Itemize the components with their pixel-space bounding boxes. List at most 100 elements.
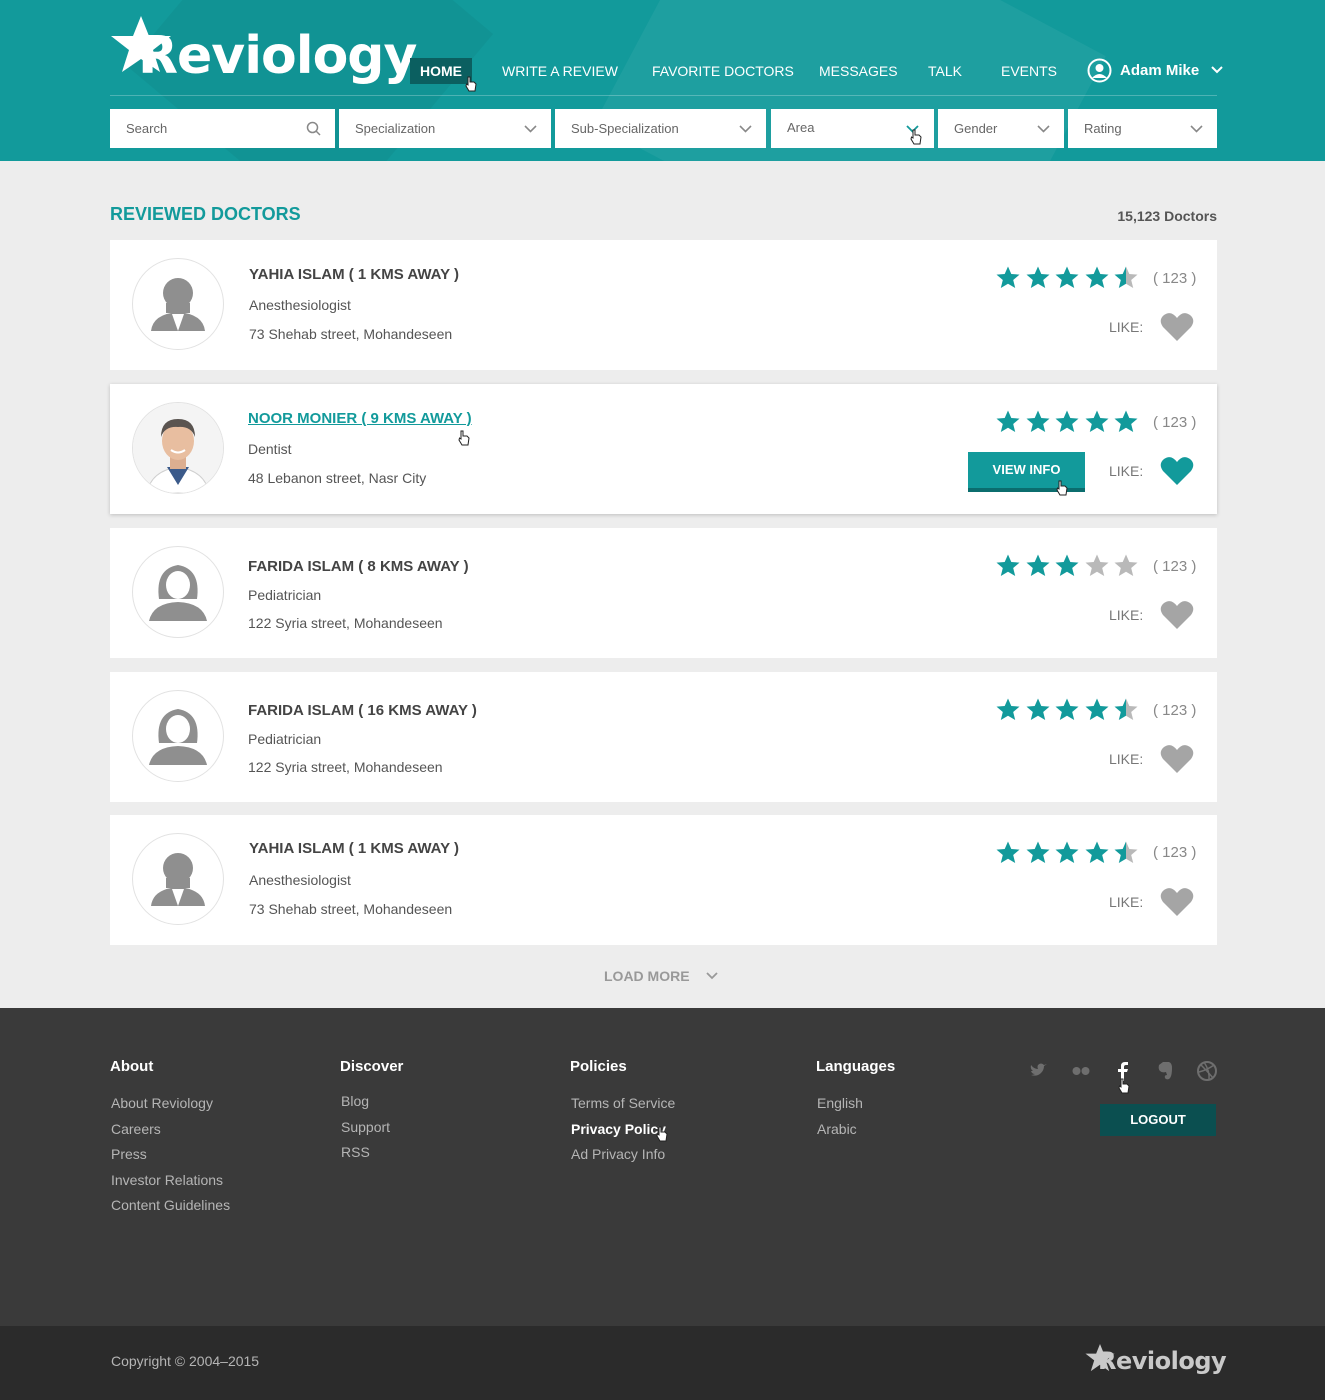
star-icon: [1055, 698, 1079, 720]
chevron-down-icon: [1190, 125, 1203, 133]
star-icon: [996, 410, 1020, 432]
like-label: LIKE:: [1109, 751, 1144, 767]
avatar: [132, 833, 224, 925]
flickr-icon[interactable]: [1070, 1060, 1092, 1082]
star-icon: [1055, 554, 1079, 576]
doctor-name[interactable]: FARIDA ISLAM ( 16 KMS AWAY ): [248, 702, 477, 719]
doctor-address: 122 Syria street, Mohandeseen: [248, 759, 443, 775]
doctor-name[interactable]: YAHIA ISLAM ( 1 KMS AWAY ): [249, 266, 459, 283]
doctor-name[interactable]: YAHIA ISLAM ( 1 KMS AWAY ): [249, 840, 459, 857]
chevron-down-icon: [739, 125, 752, 133]
dribbble-icon[interactable]: [1196, 1060, 1218, 1082]
load-more-label: LOAD MORE: [604, 968, 690, 984]
nav-home[interactable]: HOME: [410, 58, 472, 84]
footer-link[interactable]: Careers: [111, 1117, 230, 1143]
nav-write-review[interactable]: WRITE A REVIEW: [502, 58, 618, 84]
star-icon: [1085, 266, 1108, 288]
footer-link[interactable]: About Reviology: [111, 1091, 230, 1117]
like-label: LIKE:: [1109, 894, 1144, 910]
chevron-down-icon: [524, 125, 537, 133]
specialization-label: Specialization: [355, 121, 436, 136]
rating-stars: [995, 553, 1143, 581]
star-icon: [1026, 410, 1049, 432]
doctor-address: 73 Shehab street, Mohandeseen: [249, 326, 453, 342]
heart-icon[interactable]: [1160, 455, 1194, 486]
star-icon: [1114, 554, 1138, 576]
doctor-card[interactable]: YAHIA ISLAM ( 1 KMS AWAY ) Anesthesiolog…: [110, 240, 1217, 370]
load-more-button[interactable]: LOAD MORE: [604, 968, 718, 984]
sub-specialization-label: Sub-Specialization: [571, 121, 679, 136]
doctor-card[interactable]: FARIDA ISLAM ( 16 KMS AWAY ) Pediatricia…: [110, 672, 1217, 802]
bottom-bar: Copyright © 2004–2015 Reviology: [0, 1326, 1325, 1400]
nav-events[interactable]: EVENTS: [1001, 58, 1057, 84]
star-icon: [1085, 410, 1108, 432]
section-title: REVIEWED DOCTORS: [110, 204, 301, 224]
footer-link[interactable]: Content Guidelines: [111, 1193, 230, 1219]
star-icon: [1055, 841, 1079, 863]
doctor-address: 48 Lebanon street, Nasr City: [248, 470, 427, 486]
nav-favorite-doctors[interactable]: FAVORITE DOCTORS: [652, 58, 794, 84]
review-count: ( 123 ): [1153, 844, 1197, 861]
hand-cursor-icon: [1056, 480, 1068, 496]
doctor-count: 15,123 Doctors: [1117, 208, 1217, 224]
evernote-icon[interactable]: [1154, 1060, 1176, 1082]
avatar: [132, 402, 224, 494]
footer-link[interactable]: English: [817, 1091, 895, 1117]
footer-link[interactable]: Blog: [341, 1089, 403, 1115]
heart-icon[interactable]: [1160, 599, 1194, 630]
hand-cursor-icon: [656, 1126, 668, 1142]
footer-col-title: Discover: [340, 1058, 404, 1075]
review-count: ( 123 ): [1153, 702, 1197, 719]
footer-link[interactable]: Support: [341, 1115, 403, 1141]
sub-specialization-select[interactable]: Sub-Specialization: [555, 109, 766, 148]
heart-icon[interactable]: [1160, 886, 1194, 917]
user-menu[interactable]: Adam Mike: [1087, 57, 1223, 83]
logout-button[interactable]: LOGOUT: [1100, 1104, 1216, 1136]
nav-talk[interactable]: TALK: [928, 58, 962, 84]
footer: About About Reviology Careers Press Inve…: [0, 1008, 1325, 1326]
header: Reviology HOME WRITE A REVIEW FAVORITE D…: [0, 0, 1325, 161]
footer-link[interactable]: Investor Relations: [111, 1168, 230, 1194]
rating-stars: [995, 697, 1143, 725]
doctor-name-link[interactable]: NOOR MONIER ( 9 KMS AWAY ): [248, 410, 472, 427]
doctor-card[interactable]: YAHIA ISLAM ( 1 KMS AWAY ) Anesthesiolog…: [110, 815, 1217, 945]
search-icon[interactable]: [306, 121, 321, 136]
footer-link[interactable]: Ad Privacy Info: [571, 1142, 675, 1168]
twitter-icon[interactable]: [1028, 1060, 1050, 1082]
rating-select[interactable]: Rating: [1068, 109, 1217, 148]
hand-cursor-icon: [910, 129, 922, 145]
avatar: [132, 690, 224, 782]
footer-col-title: About: [110, 1058, 154, 1075]
star-icon: [1026, 841, 1049, 863]
star-icon: [1055, 410, 1079, 432]
star-icon: [1114, 698, 1138, 720]
footer-link[interactable]: Arabic: [817, 1117, 895, 1143]
specialization-select[interactable]: Specialization: [339, 109, 551, 148]
footer-col-policies: Policies Terms of Service Privacy Policy…: [570, 1058, 675, 1168]
heart-icon[interactable]: [1160, 743, 1194, 774]
footer-logo[interactable]: Reviology: [1084, 1343, 1227, 1383]
area-label: Area: [787, 120, 815, 135]
rating-stars: [995, 840, 1143, 868]
star-icon: [1085, 698, 1108, 720]
chevron-down-icon: [1211, 66, 1223, 74]
chevron-down-icon: [1037, 125, 1050, 133]
hand-cursor-icon: [1118, 1078, 1130, 1094]
footer-link[interactable]: RSS: [341, 1140, 403, 1166]
star-icon: [1114, 410, 1138, 432]
doctor-name[interactable]: FARIDA ISLAM ( 8 KMS AWAY ): [248, 558, 469, 575]
doctor-card[interactable]: FARIDA ISLAM ( 8 KMS AWAY ) Pediatrician…: [110, 528, 1217, 658]
heart-icon[interactable]: [1160, 311, 1194, 342]
chevron-down-icon: [705, 972, 718, 980]
star-icon: [996, 266, 1020, 288]
star-icon: [1055, 266, 1079, 288]
like-label: LIKE:: [1109, 607, 1144, 623]
search-input[interactable]: Search: [110, 109, 335, 148]
nav-messages[interactable]: MESSAGES: [819, 58, 898, 84]
footer-link[interactable]: Press: [111, 1142, 230, 1168]
doctor-address: 73 Shehab street, Mohandeseen: [249, 901, 453, 917]
doctor-card[interactable]: NOOR MONIER ( 9 KMS AWAY ) Dentist 48 Le…: [110, 384, 1217, 514]
gender-select[interactable]: Gender: [938, 109, 1064, 148]
doctor-address: 122 Syria street, Mohandeseen: [248, 615, 443, 631]
footer-link[interactable]: Terms of Service: [571, 1091, 675, 1117]
